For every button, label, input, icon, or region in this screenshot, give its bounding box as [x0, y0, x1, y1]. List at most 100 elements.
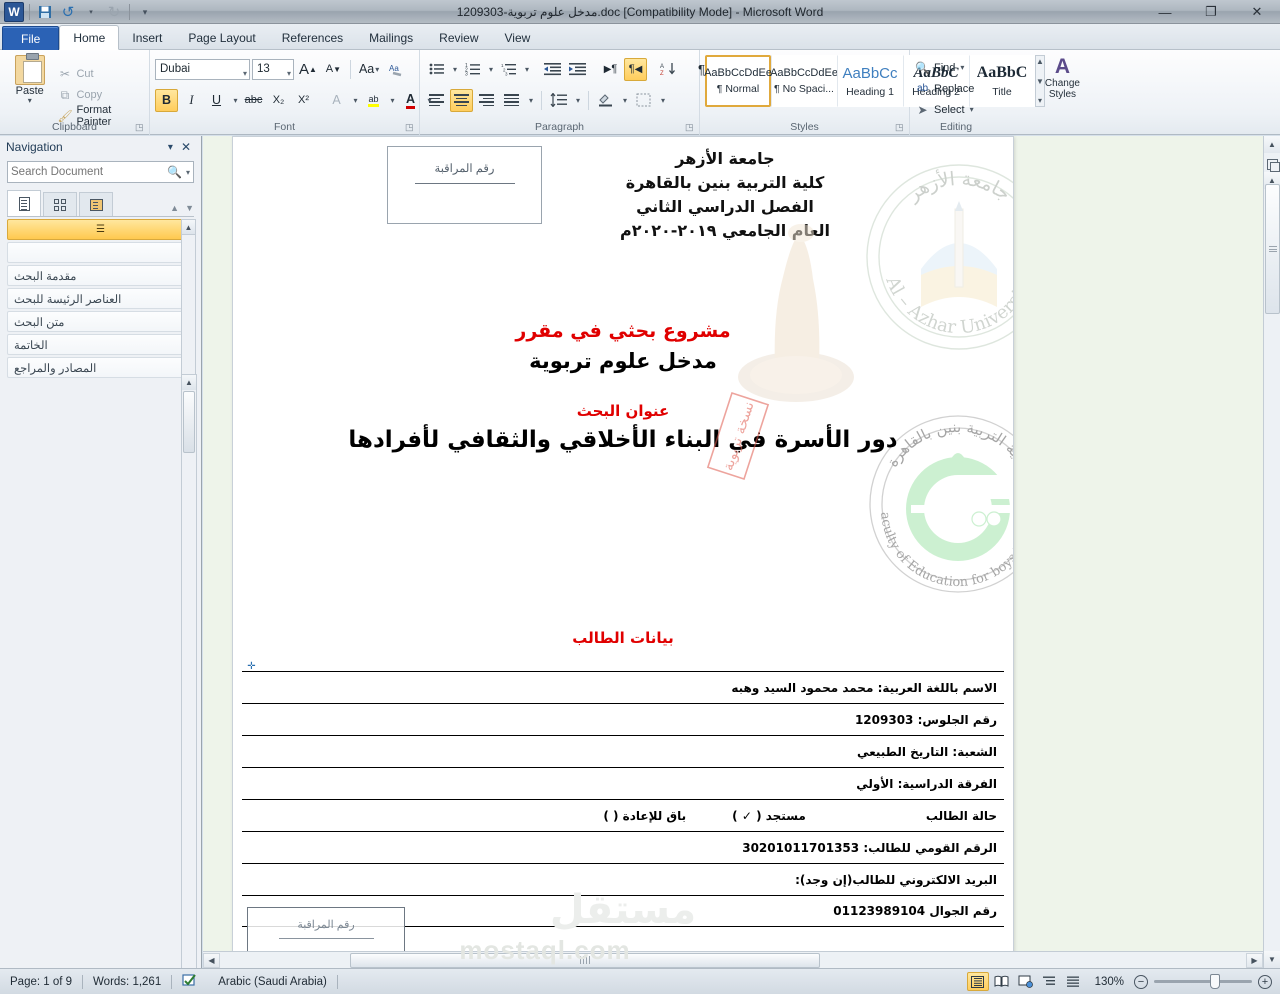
nav-pane-scroll-up-icon[interactable]: ▲: [182, 375, 196, 390]
style-normal[interactable]: AaBbCcDdEe ¶ Normal: [704, 55, 772, 107]
tab-view[interactable]: View: [492, 26, 544, 50]
font-name-dropdown-icon[interactable]: ▾: [243, 64, 247, 83]
proofing-status[interactable]: [172, 969, 208, 994]
line-spacing-dropdown-icon[interactable]: ▾: [572, 89, 583, 112]
select-button[interactable]: ➤ Select ▾: [915, 99, 997, 120]
search-input[interactable]: [11, 166, 166, 178]
font-dialog-launcher[interactable]: ◳: [405, 122, 415, 132]
list-item[interactable]: الخاتمة: [7, 334, 194, 355]
clear-formatting-icon[interactable]: Aa: [384, 58, 407, 81]
scroll-right-icon[interactable]: ▶: [1246, 952, 1263, 968]
list-item[interactable]: المصادر والمراجع: [7, 357, 194, 378]
highlight-dropdown-icon[interactable]: ▾: [387, 89, 397, 112]
strikethrough-button[interactable]: abc: [242, 89, 265, 112]
language-indicator[interactable]: Arabic (Saudi Arabia): [208, 969, 337, 994]
draft-view-button[interactable]: [1063, 972, 1085, 991]
clipboard-dialog-launcher[interactable]: ◳: [135, 122, 145, 132]
scroll-up-icon[interactable]: ▲: [1264, 136, 1280, 153]
font-size-combobox[interactable]: 13 ▾: [252, 58, 294, 83]
select-dropdown-icon[interactable]: ▾: [970, 105, 974, 114]
web-layout-view-button[interactable]: [1015, 972, 1037, 991]
font-size-dropdown-icon[interactable]: ▾: [287, 64, 291, 83]
document-page[interactable]: رقم المراقبة جامعة الأزهر كلية التربية ب…: [232, 136, 1014, 976]
table-row[interactable]: الاسم باللغة العربية: محمد محمود السيد و…: [242, 671, 1004, 703]
pages-tab[interactable]: [43, 192, 77, 216]
shading-icon[interactable]: [594, 89, 617, 112]
change-styles-button[interactable]: A Change Styles: [1045, 53, 1080, 101]
highlight-color-button[interactable]: ab: [362, 89, 385, 112]
styles-scroll-up-icon[interactable]: ▲: [1036, 57, 1044, 66]
font-color-button[interactable]: A: [399, 89, 422, 112]
list-item[interactable]: العناصر الرئيسة للبحث: [7, 288, 194, 309]
full-screen-reading-view-button[interactable]: [991, 972, 1013, 991]
bullets-icon[interactable]: [425, 58, 448, 81]
list-item[interactable]: ☰: [7, 219, 194, 240]
bold-button[interactable]: B: [155, 88, 178, 112]
page-indicator[interactable]: Page: 1 of 9: [0, 969, 82, 994]
table-row[interactable]: الشعبة: التاريخ الطبيعي: [242, 735, 1004, 767]
restore-button[interactable]: ❐: [1188, 0, 1234, 24]
ltr-text-direction-button[interactable]: ▶ ¶: [599, 58, 622, 81]
multilevel-dropdown-icon[interactable]: ▾: [522, 58, 531, 81]
styles-gallery-scrollbar[interactable]: ▲ ▼ ▾: [1035, 55, 1045, 107]
grow-font-button[interactable]: A ▲: [296, 58, 320, 81]
outline-view-button[interactable]: [1039, 972, 1061, 991]
rtl-text-direction-button[interactable]: ¶ ◀: [624, 57, 647, 81]
increase-indent-icon[interactable]: [566, 58, 589, 81]
zoom-out-button[interactable]: −: [1134, 974, 1148, 989]
align-right-icon[interactable]: [475, 89, 498, 112]
justify-dropdown-icon[interactable]: ▾: [525, 89, 536, 112]
replace-button[interactable]: ab Replace: [915, 78, 997, 99]
document-vertical-scrollbar[interactable]: ▲ ▲ ▼: [1263, 136, 1280, 968]
tab-mailings[interactable]: Mailings: [356, 26, 426, 50]
status-option-new[interactable]: مستجد ( ✓ ): [732, 809, 806, 823]
navigation-dropdown-icon[interactable]: ▾: [164, 142, 177, 153]
zoom-track[interactable]: [1154, 974, 1252, 989]
style-heading-1[interactable]: AaBbCc Heading 1: [837, 55, 903, 107]
table-row[interactable]: الرقم القومي للطالب: 30201011701353: [242, 831, 1004, 863]
bullets-dropdown-icon[interactable]: ▾: [450, 58, 459, 81]
tab-home[interactable]: Home: [59, 25, 120, 50]
styles-dialog-launcher[interactable]: ◳: [895, 122, 905, 132]
nav-scroll-up-icon[interactable]: ▲: [182, 220, 195, 235]
search-options-icon[interactable]: ▾: [184, 168, 190, 177]
align-left-icon[interactable]: [425, 89, 448, 112]
paste-dropdown-icon[interactable]: ▾: [28, 96, 32, 105]
list-item[interactable]: [7, 242, 194, 263]
navigation-close-icon[interactable]: ✕: [177, 140, 195, 154]
justify-icon[interactable]: [500, 89, 523, 112]
shrink-font-button[interactable]: A ▼: [322, 58, 345, 81]
table-row[interactable]: حالة الطالب مستجد ( ✓ ) باق للإعادة ( ): [242, 799, 1004, 831]
list-item[interactable]: مقدمة البحث: [7, 265, 194, 286]
tab-file[interactable]: File: [2, 26, 60, 50]
navigation-pane-scrollbar[interactable]: ▲ ▼: [181, 374, 197, 994]
select-browse-object-icon[interactable]: [1265, 156, 1280, 172]
sort-icon[interactable]: AZ: [657, 58, 680, 81]
find-button[interactable]: 🔍 Find ▾: [915, 57, 997, 78]
underline-dropdown-icon[interactable]: ▾: [230, 89, 240, 112]
borders-dropdown-icon[interactable]: ▾: [657, 89, 668, 112]
paragraph-dialog-launcher[interactable]: ◳: [685, 122, 695, 132]
zoom-level[interactable]: 130%: [1087, 976, 1132, 988]
close-button[interactable]: ✕: [1234, 0, 1280, 24]
italic-button[interactable]: I: [180, 89, 203, 112]
line-spacing-icon[interactable]: [547, 89, 570, 112]
results-tab[interactable]: [79, 192, 113, 216]
underline-button[interactable]: U: [205, 89, 228, 112]
headings-tab[interactable]: [7, 190, 41, 216]
nav-pane-scroll-thumb[interactable]: [183, 391, 195, 453]
cut-button[interactable]: ✂ Cut: [54, 64, 144, 84]
minimize-button[interactable]: —: [1142, 0, 1188, 24]
styles-scroll-down-icon[interactable]: ▼: [1036, 77, 1044, 86]
print-layout-view-button[interactable]: [966, 972, 989, 991]
word-count[interactable]: Words: 1,261: [83, 969, 171, 994]
scroll-left-icon[interactable]: ◀: [203, 952, 220, 968]
copy-button[interactable]: ⧉ Copy: [54, 85, 144, 105]
text-effects-dropdown-icon[interactable]: ▾: [350, 89, 360, 112]
numbering-dropdown-icon[interactable]: ▾: [486, 58, 495, 81]
superscript-button[interactable]: X²: [292, 89, 315, 112]
zoom-handle[interactable]: [1210, 974, 1220, 989]
zoom-in-button[interactable]: +: [1258, 974, 1272, 989]
scroll-down-icon[interactable]: ▼: [1264, 951, 1280, 968]
tab-page-layout[interactable]: Page Layout: [175, 26, 268, 50]
